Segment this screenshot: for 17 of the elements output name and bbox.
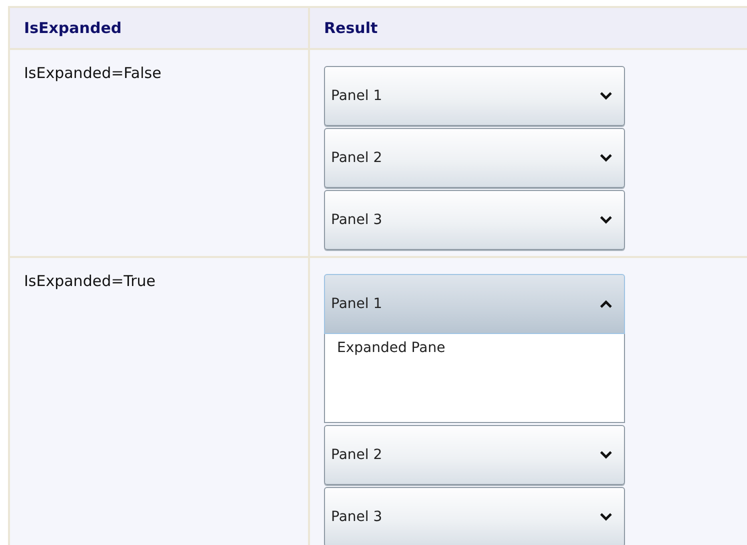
table-cell: IsExpanded=False (24, 64, 162, 82)
column-header: Result (324, 19, 378, 37)
pane-content: Expanded Pane (337, 340, 446, 356)
panel-header[interactable]: Panel 1 (324, 66, 625, 126)
panel-header[interactable]: Panel 3 (324, 190, 625, 250)
panel-header[interactable]: Panel 1 (324, 274, 625, 334)
panel-header[interactable]: Panel 2 (324, 128, 625, 188)
chevron-down-icon (600, 154, 612, 162)
column-header: IsExpanded (24, 19, 122, 37)
table-cell: IsExpanded=True (24, 272, 156, 290)
chevron-up-icon (600, 300, 612, 308)
chevron-down-icon (600, 451, 612, 459)
chevron-down-icon (600, 216, 612, 224)
panel-header[interactable]: Panel 3 (324, 487, 625, 545)
chevron-down-icon (600, 92, 612, 100)
panel-header[interactable]: Panel 2 (324, 425, 625, 485)
chevron-down-icon (600, 513, 612, 521)
